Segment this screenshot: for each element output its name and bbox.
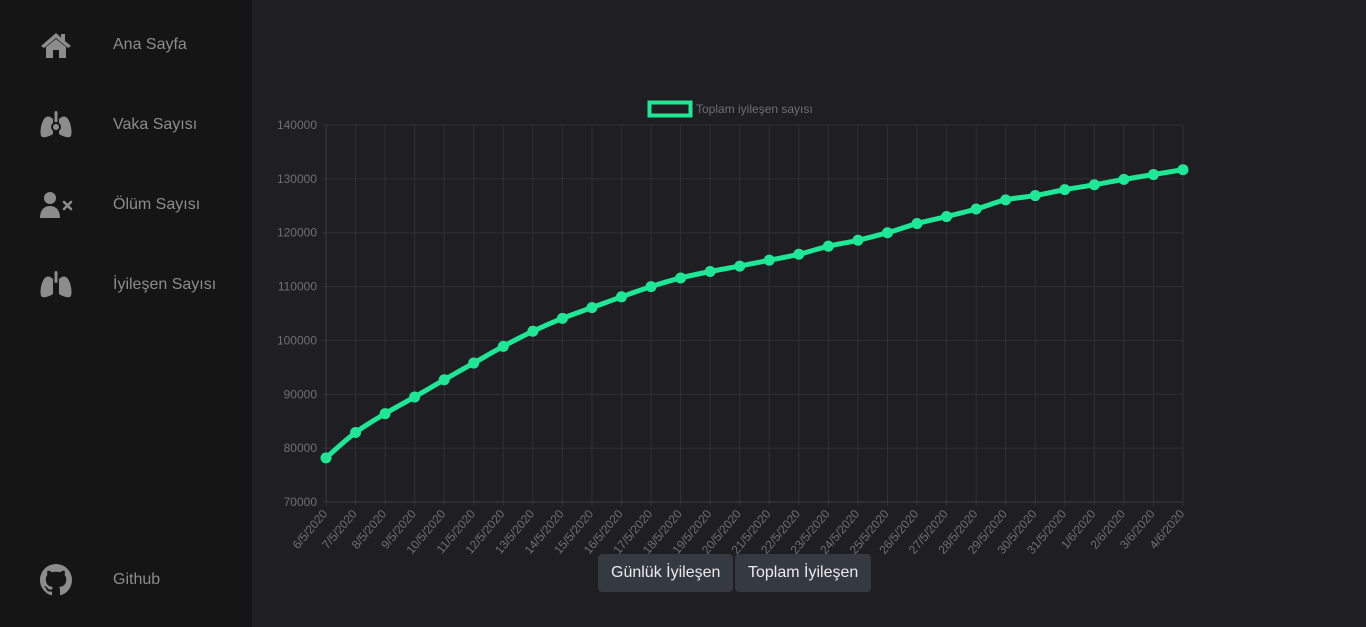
data-point [586, 302, 598, 314]
daily-recovered-button[interactable]: Günlük İyileşen [598, 554, 734, 592]
data-point [1147, 169, 1159, 181]
data-point [409, 391, 421, 403]
user-remove-icon [39, 189, 73, 221]
data-point [822, 240, 834, 252]
data-point [941, 211, 953, 223]
virus-lungs-icon [39, 109, 73, 141]
data-point [881, 227, 893, 239]
legend-label: Toplam iyileşen sayısı [696, 102, 813, 116]
y-tick-label: 90000 [284, 387, 318, 401]
sidebar-item-label: Github [113, 571, 161, 588]
data-point [1177, 164, 1189, 176]
y-tick-label: 140000 [277, 118, 317, 132]
data-point [970, 203, 982, 215]
data-point [556, 312, 568, 324]
data-point [1088, 179, 1100, 191]
data-point [379, 408, 391, 420]
total-recovered-button[interactable]: Toplam İyileşen [735, 554, 872, 592]
data-point [438, 374, 450, 386]
data-point [734, 260, 746, 272]
data-point [527, 325, 539, 337]
data-point [675, 272, 687, 284]
sidebar-item-vaka-sayisi[interactable]: Vaka Sayısı [0, 100, 252, 150]
sidebar-item-label: Vaka Sayısı [113, 116, 198, 133]
y-tick-label: 100000 [277, 333, 317, 347]
data-point [1029, 190, 1041, 202]
sidebar-item-label: Ana Sayfa [113, 36, 187, 53]
sidebar-item-ana-sayfa[interactable]: Ana Sayfa [0, 20, 252, 70]
data-point [468, 357, 480, 369]
data-point [911, 218, 923, 230]
sidebar-item-label: Ölüm Sayısı [113, 196, 201, 213]
data-point [1118, 173, 1130, 185]
y-tick-label: 80000 [284, 441, 318, 455]
data-point [852, 234, 864, 246]
data-point [616, 291, 628, 303]
series-line [323, 167, 1186, 461]
sidebar-item-iyilesen-sayisi[interactable]: İyileşen Sayısı [0, 260, 252, 310]
data-point [763, 254, 775, 266]
sidebar-item-olum-sayisi[interactable]: Ölüm Sayısı [0, 180, 252, 230]
data-point [320, 452, 332, 464]
legend-swatch [647, 100, 693, 118]
y-tick-label: 120000 [277, 226, 317, 240]
recovered-line-chart: 140000 130000 120000 110000 100000 90000 80000… [277, 100, 1189, 557]
data-point [1059, 184, 1071, 196]
data-point [497, 340, 509, 352]
data-point [704, 265, 716, 277]
data-point [645, 281, 657, 293]
y-tick-label: 110000 [278, 280, 317, 294]
github-icon [39, 564, 73, 596]
data-point [350, 427, 362, 439]
lungs-icon [39, 269, 73, 301]
data-point [793, 248, 805, 260]
sidebar: Ana Sayfa Vaka Sayısı Ölüm Sayısı İyileş… [0, 0, 252, 627]
y-tick-label: 130000 [277, 172, 317, 186]
sidebar-item-github[interactable]: Github [0, 555, 252, 605]
data-point [1000, 194, 1012, 206]
main-content: 140000 130000 120000 110000 100000 90000 80000… [252, 0, 1366, 627]
sidebar-item-label: İyileşen Sayısı [113, 276, 217, 293]
home-icon [39, 29, 73, 61]
y-tick-label: 70000 [284, 495, 318, 509]
